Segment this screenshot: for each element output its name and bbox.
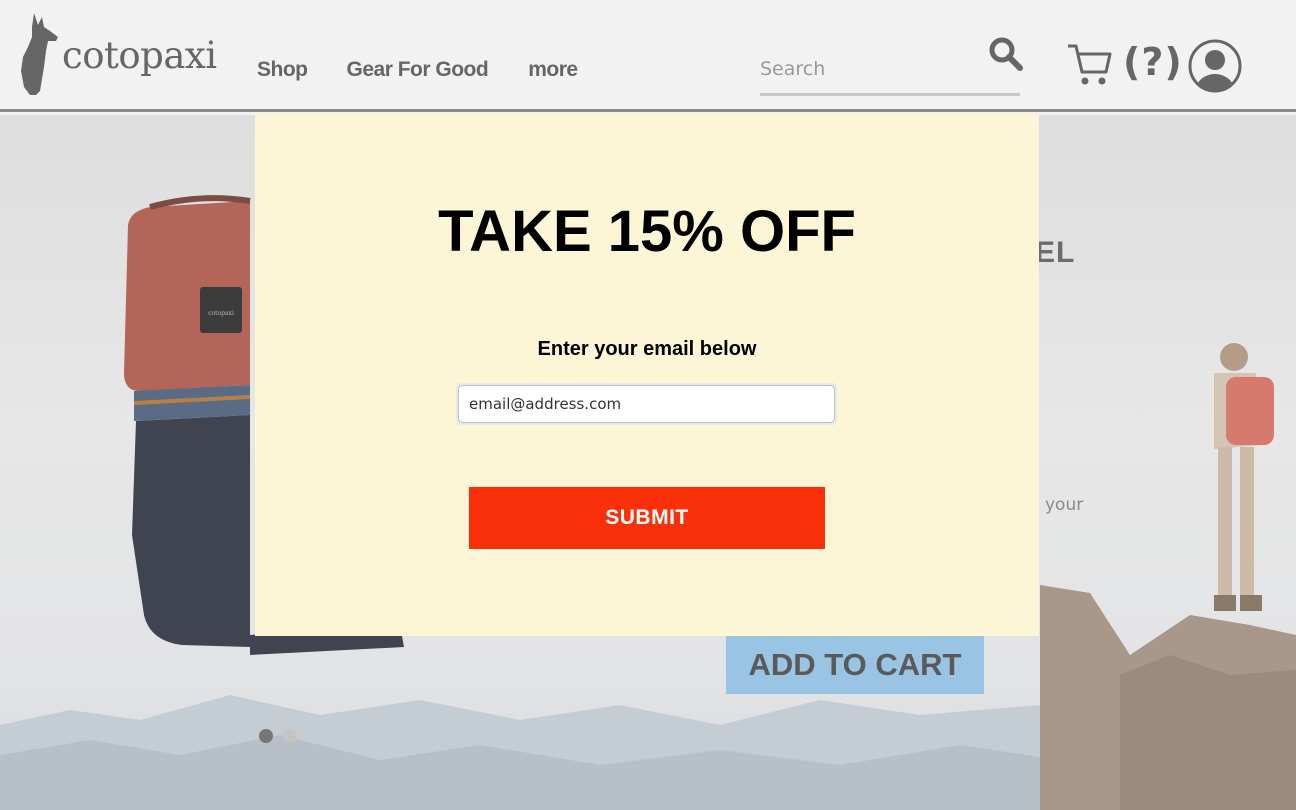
logo[interactable]: cotopaxi (20, 10, 217, 98)
email-field[interactable] (458, 385, 835, 423)
hero-heading: EL (1035, 236, 1076, 269)
add-to-cart-button[interactable]: ADD TO CART (726, 635, 984, 694)
discount-modal: TAKE 15% OFF Enter your email below SUBM… (255, 114, 1039, 636)
main-nav: Shop Gear For Good more (257, 58, 578, 82)
nav-shop[interactable]: Shop (257, 58, 308, 82)
site-header: cotopaxi Shop Gear For Good more (?) (0, 0, 1296, 112)
user-avatar-icon[interactable] (1186, 38, 1244, 99)
submit-button[interactable]: SUBMIT (469, 487, 825, 549)
email-field-wrapper (456, 383, 837, 425)
search-input[interactable] (760, 52, 980, 80)
llama-logo-icon (21, 13, 58, 95)
carousel-dots (259, 729, 297, 743)
logo-wordmark: cotopaxi (62, 33, 217, 77)
nav-more[interactable]: more (528, 58, 578, 82)
modal-subtitle: Enter your email below (537, 338, 757, 360)
search-icon[interactable] (988, 36, 1024, 77)
modal-title: TAKE 15% OFF (438, 199, 856, 264)
carousel-dot-1[interactable] (259, 729, 273, 743)
hero-description: your (1045, 495, 1084, 515)
cart-icon[interactable] (1066, 42, 1114, 93)
search-bar (760, 52, 1020, 96)
nav-gear-for-good[interactable]: Gear For Good (347, 58, 489, 82)
carousel-dot-2[interactable] (283, 729, 297, 743)
svg-text:cotopaxi: cotopaxi (208, 310, 234, 317)
help-icon[interactable]: (?) (1123, 40, 1183, 84)
